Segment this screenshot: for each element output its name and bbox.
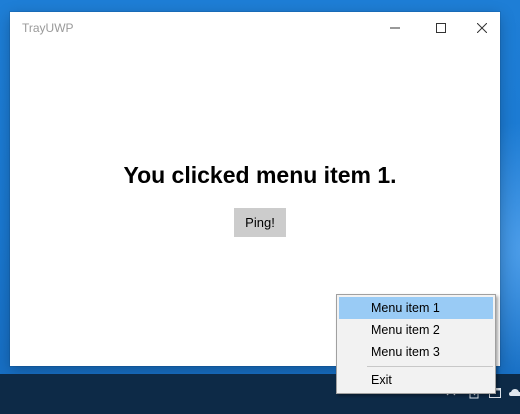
maximize-button[interactable] bbox=[418, 12, 464, 44]
menu-item-2[interactable]: Menu item 2 bbox=[339, 319, 493, 341]
status-message: You clicked menu item 1. bbox=[123, 162, 397, 188]
desktop: TrayUWP You clicked menu item 1. Ping! M… bbox=[0, 0, 520, 414]
menu-item-3[interactable]: Menu item 3 bbox=[339, 341, 493, 363]
window-title: TrayUWP bbox=[22, 21, 74, 35]
close-icon bbox=[477, 23, 487, 33]
cloud-icon[interactable] bbox=[508, 386, 520, 400]
ping-button[interactable]: Ping! bbox=[234, 208, 286, 237]
menu-item-exit[interactable]: Exit bbox=[339, 369, 493, 391]
maximize-icon bbox=[436, 23, 446, 33]
minimize-button[interactable] bbox=[372, 12, 418, 44]
menu-separator bbox=[367, 366, 493, 367]
tray-context-menu: Menu item 1 Menu item 2 Menu item 3 Exit bbox=[336, 294, 496, 394]
title-bar[interactable]: TrayUWP bbox=[10, 12, 500, 44]
close-button[interactable] bbox=[464, 12, 500, 44]
minimize-icon bbox=[390, 27, 400, 29]
menu-item-1[interactable]: Menu item 1 bbox=[339, 297, 493, 319]
